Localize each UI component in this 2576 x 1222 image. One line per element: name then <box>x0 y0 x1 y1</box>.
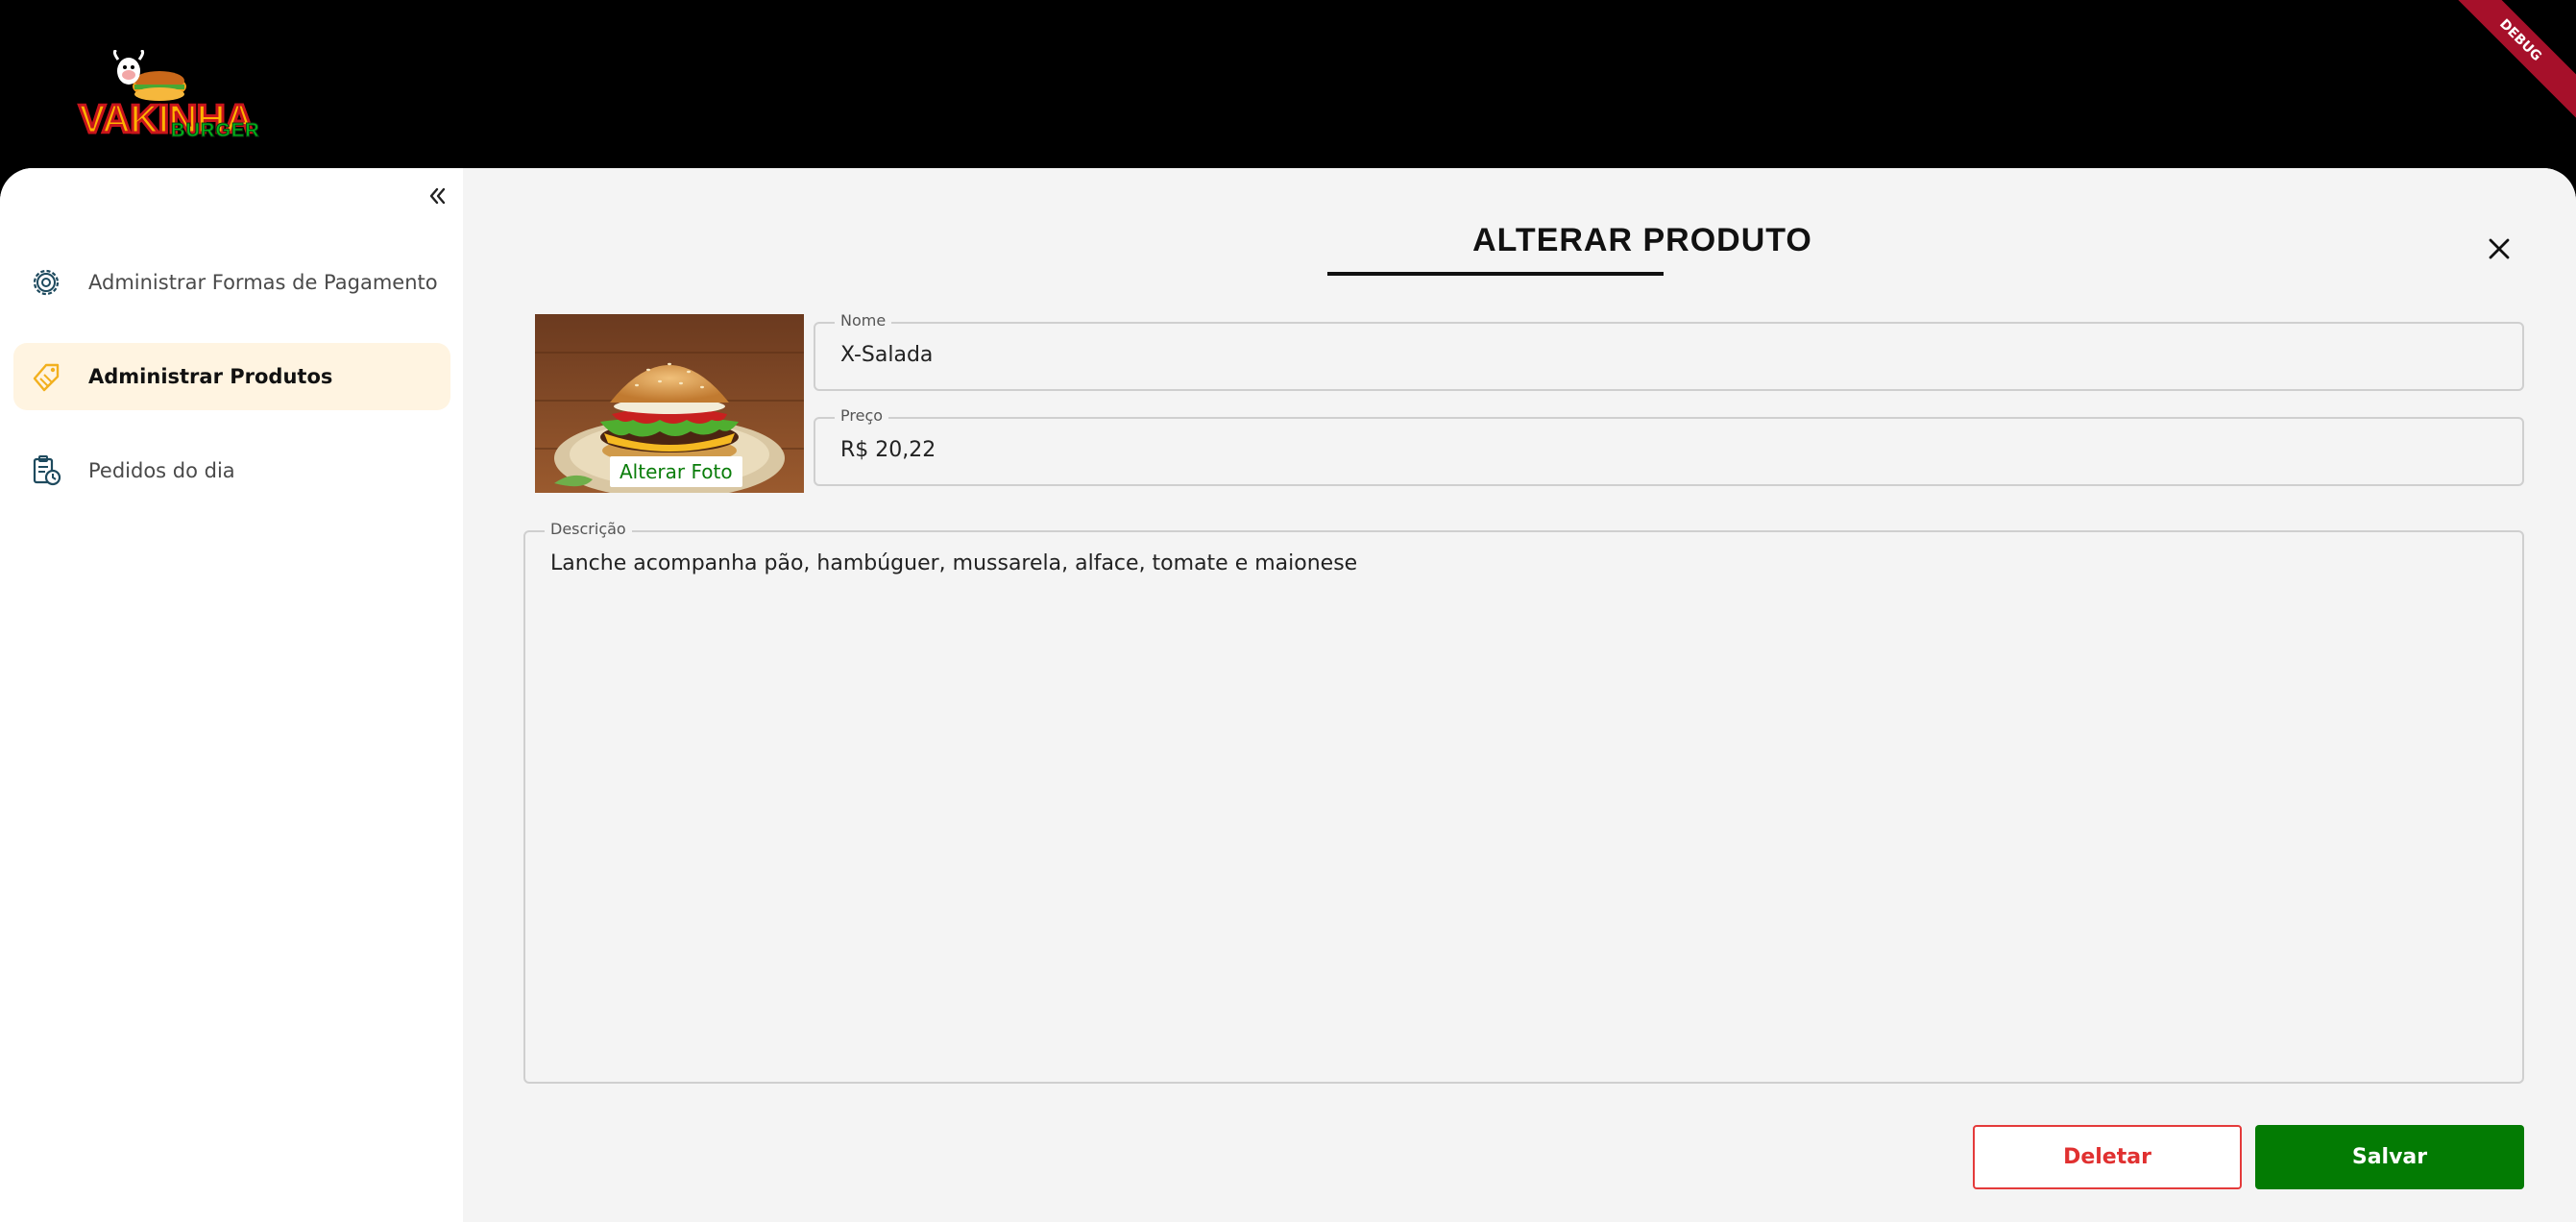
alter-photo-button[interactable]: Alterar Foto <box>610 456 742 487</box>
close-button[interactable] <box>2480 230 2518 268</box>
double-chevron-left-icon <box>429 187 446 205</box>
sidebar-item-formas-pagamento[interactable]: Administrar Formas de Pagamento <box>13 249 450 316</box>
app-body: Administrar Formas de Pagamento Administ… <box>0 168 2576 1222</box>
name-input[interactable]: X-Salada <box>840 343 933 367</box>
description-field[interactable]: Descrição Lanche acompanha pão, hambúgue… <box>523 520 2524 1084</box>
main-content: ALTERAR PRODUTO Alterar Foto Nome X-Sala… <box>463 168 2576 1222</box>
title-underline <box>1327 272 1664 276</box>
vakinha-burger-logo: VAKINHA BURGER <box>75 50 259 146</box>
sidebar-item-label: Administrar Produtos <box>88 365 333 388</box>
price-field-label: Preço <box>835 406 889 425</box>
price-input[interactable]: R$ 20,22 <box>840 438 936 462</box>
save-button[interactable]: Salvar <box>2255 1125 2524 1189</box>
close-icon <box>2489 238 2510 259</box>
description-field-label: Descrição <box>545 520 632 538</box>
sidebar-item-pedidos-dia[interactable]: Pedidos do dia <box>13 437 450 504</box>
top-bar: VAKINHA BURGER <box>0 0 2576 168</box>
tag-icon <box>29 359 63 394</box>
page-title: ALTERAR PRODUTO <box>1472 222 1812 258</box>
sidebar-item-produtos[interactable]: Administrar Produtos <box>13 343 450 410</box>
sidebar: Administrar Formas de Pagamento Administ… <box>0 168 463 1222</box>
gear-icon <box>29 265 63 300</box>
name-field[interactable]: Nome X-Salada <box>814 311 2524 391</box>
sidebar-item-label: Pedidos do dia <box>88 459 235 482</box>
clipboard-clock-icon <box>29 453 63 488</box>
name-field-label: Nome <box>835 311 892 330</box>
logo-subtext: BURGER <box>171 120 260 142</box>
collapse-sidebar-button[interactable] <box>423 182 451 210</box>
price-field[interactable]: Preço R$ 20,22 <box>814 406 2524 486</box>
product-photo: Alterar Foto <box>535 314 804 493</box>
description-textarea[interactable]: Lanche acompanha pão, hambúguer, mussare… <box>550 551 1357 575</box>
sidebar-item-label: Administrar Formas de Pagamento <box>88 271 438 294</box>
delete-button[interactable]: Deletar <box>1973 1125 2242 1189</box>
